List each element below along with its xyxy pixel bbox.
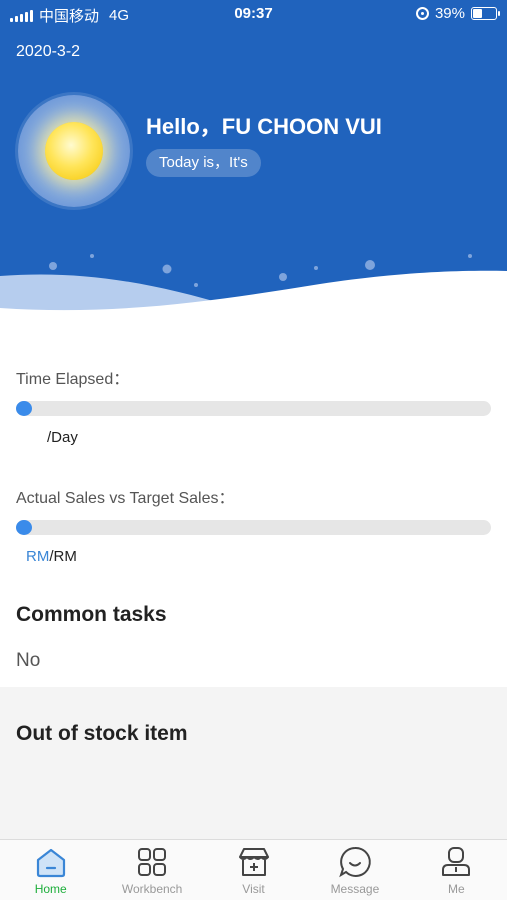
time-elapsed-progress [16, 401, 491, 416]
time-elapsed-value: /Day [47, 429, 78, 446]
common-tasks-empty: No [16, 650, 41, 671]
tab-visit-label: Visit [242, 882, 265, 896]
chat-icon [339, 846, 371, 878]
sales-label: Actual Sales vs Target Sales： [16, 490, 235, 507]
home-icon [36, 848, 65, 878]
tab-visit[interactable]: Visit [203, 840, 304, 900]
target-sales-value: /RM [49, 548, 77, 565]
tab-message[interactable]: Message [304, 840, 405, 900]
tab-workbench[interactable]: Workbench [101, 840, 202, 900]
actual-sales-value: RM [26, 548, 50, 565]
sales-value: RM/RM [26, 548, 77, 565]
store-icon [238, 848, 269, 876]
greeting-text: Hello，FU CHOON VUI [146, 114, 382, 139]
tab-me[interactable]: Me [406, 840, 507, 900]
current-date: 2020-3-2 [16, 43, 81, 60]
wave-decoration [0, 254, 507, 320]
header-banner: 中国移动 4G 09:37 39% 2020-3-2 Hello，FU CHOO… [0, 0, 507, 320]
grid-icon [138, 848, 167, 876]
orientation-lock-icon [415, 7, 429, 20]
battery-percent: 39% [434, 5, 465, 22]
tab-workbench-label: Workbench [121, 882, 183, 896]
today-weather-pill: Today is，It's [146, 149, 261, 177]
tab-home[interactable]: Home [0, 840, 101, 900]
out-of-stock-section: Out of stock item [0, 687, 507, 839]
bottom-tab-bar: Home Workbench Visit Message Me [0, 839, 507, 900]
user-icon [442, 847, 471, 876]
tab-me-label: Me [447, 882, 465, 896]
sales-progress [16, 520, 491, 535]
weather-sun-icon [18, 95, 130, 207]
out-of-stock-title: Out of stock item [16, 722, 188, 745]
common-tasks-title: Common tasks [16, 603, 167, 626]
sales-knob [16, 520, 32, 535]
time-elapsed-knob [16, 401, 32, 416]
time-elapsed-label: Time Elapsed： [16, 371, 130, 388]
battery-icon [471, 7, 500, 20]
tab-message-label: Message [330, 882, 380, 896]
status-bar: 中国移动 4G 09:37 39% [0, 0, 507, 28]
tab-home-label: Home [34, 882, 67, 896]
